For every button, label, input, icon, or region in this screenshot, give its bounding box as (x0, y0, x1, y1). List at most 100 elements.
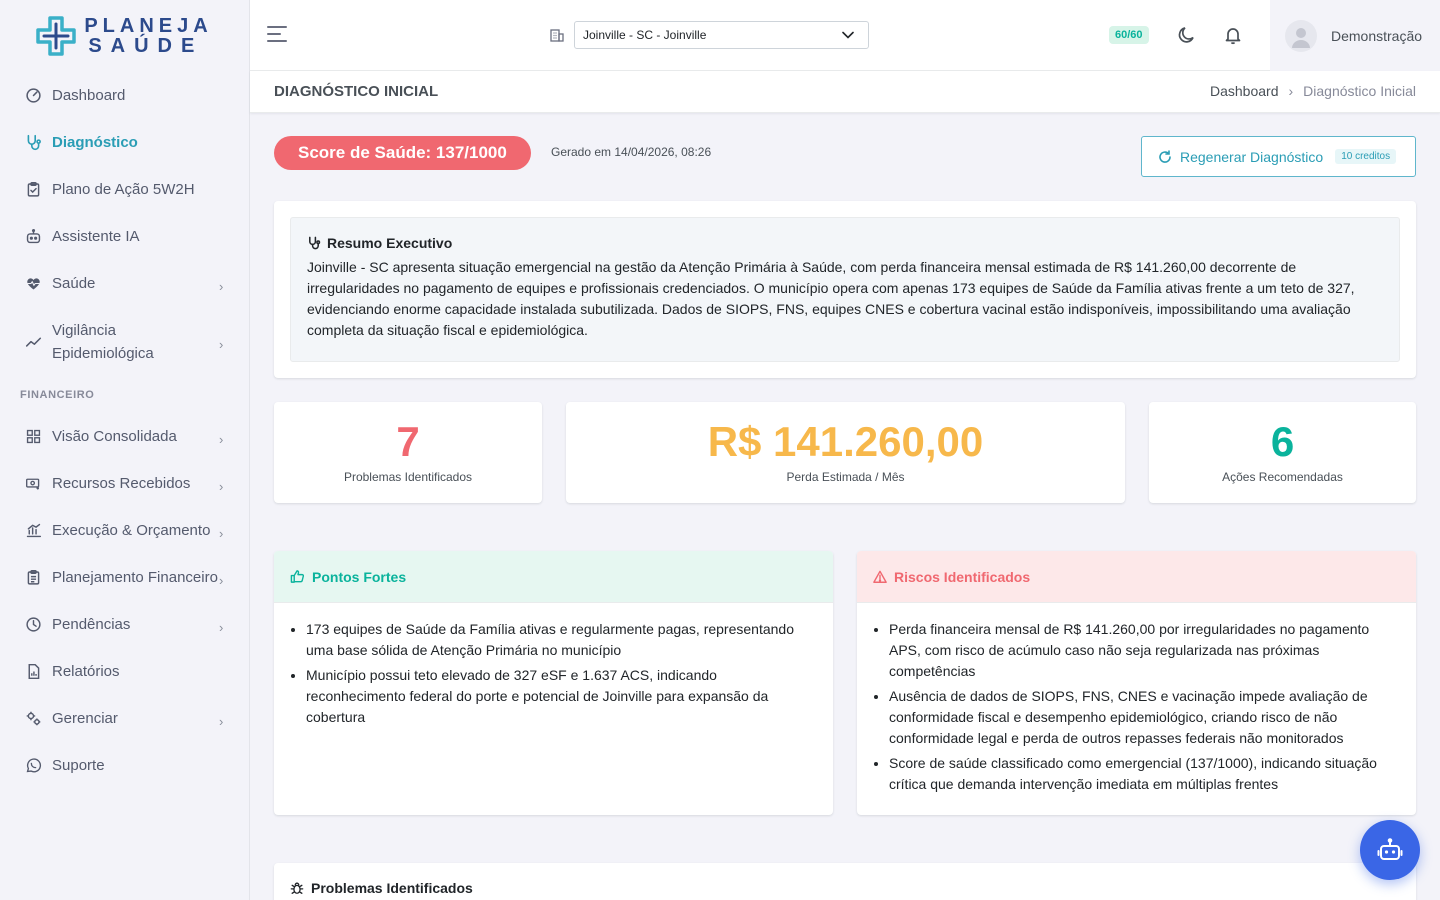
whatsapp-icon (24, 757, 42, 775)
health-score-badge: Score de Saúde: 137/1000 (274, 136, 531, 170)
strengths-header: Pontos Fortes (274, 551, 833, 603)
list-item: Score de saúde classificado como emergen… (889, 753, 1400, 795)
list-item: 173 equipes de Saúde da Família ativas e… (306, 619, 817, 661)
strengths-title: Pontos Fortes (312, 568, 407, 585)
sidebar-item-recursos-recebidos[interactable]: Recursos Recebidos › (0, 460, 249, 507)
risks-list: Perda financeira mensal de R$ 141.260,00… (873, 619, 1400, 795)
sidebar-item-relatorios[interactable]: Relatórios (0, 648, 249, 695)
sidebar-item-assistente-ia[interactable]: Assistente IA (0, 213, 249, 260)
regenerate-label: Regenerar Diagnóstico (1180, 148, 1324, 165)
logo-cross-icon (36, 16, 77, 56)
grid-icon (24, 428, 42, 446)
sidebar-item-label: Visão Consolidada (52, 428, 177, 445)
speedometer-icon (24, 87, 42, 105)
brand-logo[interactable]: PLANEJA SAÚDE (0, 0, 249, 72)
menu-toggle-icon[interactable] (267, 26, 287, 44)
bell-icon[interactable] (1222, 24, 1244, 46)
sidebar-finance-nav: Visão Consolidada › Recursos Recebidos ›… (0, 413, 249, 789)
sidebar-item-diagnostico[interactable]: Diagnóstico (0, 119, 249, 166)
chevron-right-icon: › (219, 713, 224, 729)
credits-badge: 60/60 (1109, 26, 1149, 44)
clipboard-check-icon (24, 181, 42, 199)
thumbs-up-icon (290, 570, 305, 583)
clipboard-icon (24, 569, 42, 587)
sidebar-item-saude[interactable]: Saúde › (0, 260, 249, 307)
sidebar: PLANEJA SAÚDE Dashboard Diagnóstico Plan… (0, 0, 250, 900)
trend-icon (24, 333, 42, 351)
chevron-right-icon: › (219, 619, 224, 635)
sidebar-item-vigilancia[interactable]: Vigilância Epidemiológica › (0, 307, 249, 377)
bug-icon (290, 882, 304, 894)
stethoscope-icon (309, 236, 321, 250)
sidebar-item-dashboard[interactable]: Dashboard (0, 72, 249, 119)
sidebar-item-pendencias[interactable]: Pendências › (0, 601, 249, 648)
executive-summary-card: Resumo Executivo Joinville - SC apresent… (274, 201, 1416, 378)
score-row: Score de Saúde: 137/1000 Gerado em 14/04… (274, 136, 1416, 177)
sidebar-nav: Dashboard Diagnóstico Plano de Ação 5W2H… (0, 72, 249, 377)
chevron-right-icon: › (219, 525, 224, 541)
sidebar-section-label: FINANCEIRO (20, 389, 95, 401)
gears-icon (24, 710, 42, 728)
stat-actions-label: Ações Recomendadas (1222, 470, 1343, 484)
brand-line1: PLANEJA (84, 15, 213, 37)
generated-timestamp: Gerado em 14/04/2026, 08:26 (551, 145, 712, 159)
user-name: Demonstração (1331, 27, 1423, 44)
warning-icon (873, 570, 887, 583)
dark-mode-moon-icon[interactable] (1176, 24, 1198, 46)
sidebar-item-label: Suporte (52, 757, 105, 774)
executive-summary-heading: Resumo Executivo (307, 235, 1383, 251)
money-icon (24, 475, 42, 493)
heart-pulse-icon (24, 275, 42, 293)
city-selector-group: Joinville - SC - Joinville (549, 21, 869, 49)
problems-heading: Problemas Identificados (290, 880, 1400, 896)
chevron-right-icon: › (219, 431, 224, 447)
chevron-right-icon: › (219, 478, 224, 494)
sidebar-item-label: Assistente IA (52, 228, 140, 245)
strengths-list: 173 equipes de Saúde da Família ativas e… (290, 619, 817, 728)
risks-title: Riscos Identificados (894, 568, 1031, 585)
sidebar-item-suporte[interactable]: Suporte (0, 742, 249, 789)
chevron-right-icon: › (219, 278, 224, 294)
city-select[interactable]: Joinville - SC - Joinville (574, 21, 869, 49)
report-icon (24, 663, 42, 681)
chevron-right-icon: › (219, 337, 224, 352)
stethoscope-icon (24, 134, 42, 152)
sidebar-item-visao-consolidada[interactable]: Visão Consolidada › (0, 413, 249, 460)
breadcrumb: Dashboard › Diagnóstico Inicial (1210, 83, 1416, 99)
list-item: Perda financeira mensal de R$ 141.260,00… (889, 619, 1400, 682)
strengths-body: 173 equipes de Saúde da Família ativas e… (274, 603, 833, 728)
sidebar-item-execucao-orcamento[interactable]: Execução & Orçamento › (0, 507, 249, 554)
breadcrumb-home-link[interactable]: Dashboard (1210, 83, 1279, 99)
sidebar-item-planejamento-financeiro[interactable]: Planejamento Financeiro › (0, 554, 249, 601)
executive-summary-title: Resumo Executivo (327, 235, 453, 251)
stat-problems-label: Problemas Identificados (343, 470, 473, 484)
regenerate-diagnosis-button[interactable]: Regenerar Diagnóstico 10 creditos (1141, 136, 1416, 177)
sidebar-item-label: Pendências (52, 616, 131, 633)
stat-problems-value: 7 (396, 418, 420, 465)
sidebar-item-label: Vigilância Epidemiológica (52, 322, 154, 362)
regenerate-cost-badge: 10 creditos (1335, 149, 1397, 164)
breadcrumb-separator-icon: › (1288, 83, 1294, 99)
sidebar-item-label: Gerenciar (52, 710, 118, 727)
risks-header: Riscos Identificados (857, 551, 1416, 603)
sidebar-item-label: Dashboard (52, 87, 126, 104)
sidebar-item-gerenciar[interactable]: Gerenciar › (0, 695, 249, 742)
sidebar-item-label: Diagnóstico (52, 134, 138, 151)
robot-icon (24, 228, 42, 246)
stat-loss-value: R$ 141.260,00 (707, 418, 984, 465)
risks-body: Perda financeira mensal de R$ 141.260,00… (857, 603, 1416, 795)
user-menu[interactable]: Demonstração (1270, 0, 1440, 71)
sidebar-item-label: Plano de Ação 5W2H (52, 181, 195, 198)
problems-title: Problemas Identificados (311, 880, 473, 896)
list-item: Município possui teto elevado de 327 eSF… (306, 665, 817, 728)
sidebar-item-label: Saúde (52, 275, 96, 292)
stat-loss-label: Perda Estimada / Mês (786, 470, 905, 484)
sidebar-item-plano-acao[interactable]: Plano de Ação 5W2H (0, 166, 249, 213)
chat-assistant-button[interactable] (1360, 820, 1420, 880)
stat-problems-card: 7 Problemas Identificados (274, 402, 542, 503)
topbar: Joinville - SC - Joinville 60/60 Demonst… (250, 0, 1440, 71)
chevron-right-icon: › (219, 572, 224, 588)
refresh-icon (1159, 149, 1171, 163)
executive-summary-box: Resumo Executivo Joinville - SC apresent… (290, 217, 1400, 362)
breadcrumb-current: Diagnóstico Inicial (1303, 83, 1416, 99)
